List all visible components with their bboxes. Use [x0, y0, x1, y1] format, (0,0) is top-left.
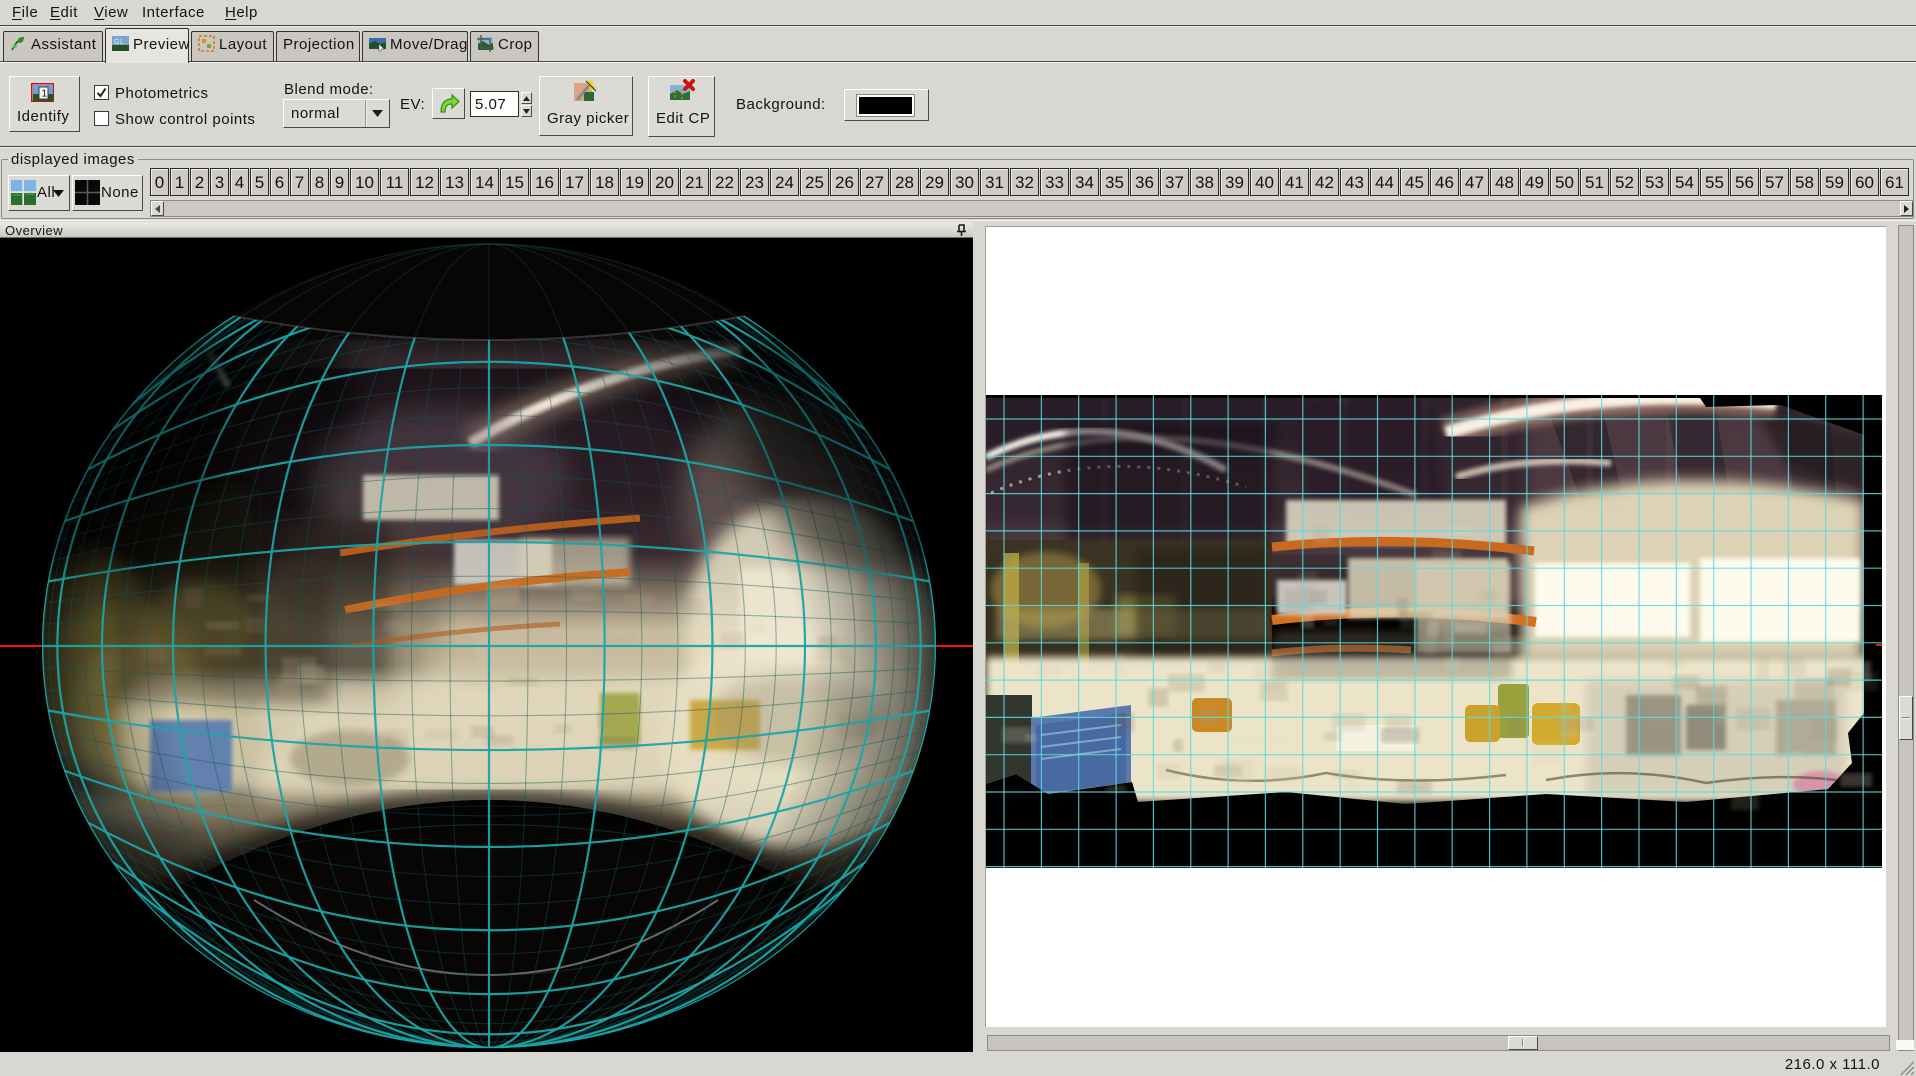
- svg-text:1: 1: [42, 89, 48, 100]
- svg-text:GL: GL: [114, 39, 124, 46]
